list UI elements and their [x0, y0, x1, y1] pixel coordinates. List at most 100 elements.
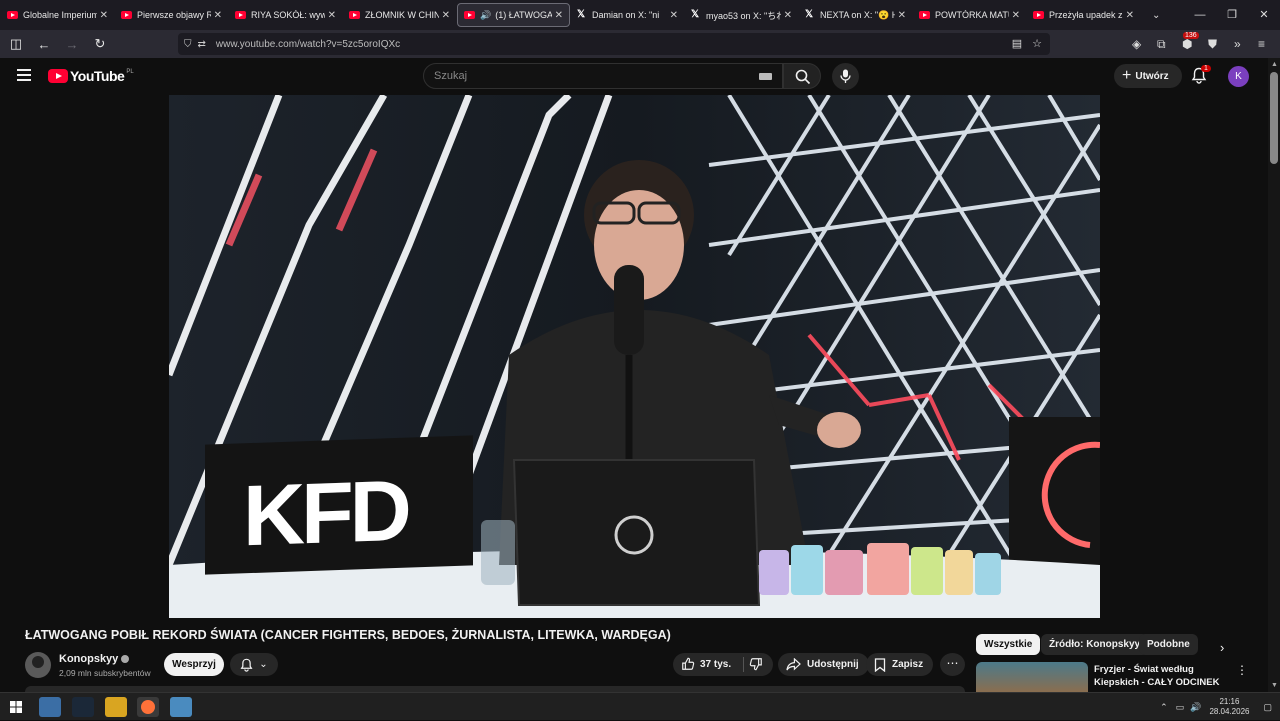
- channel-name[interactable]: Konopskyy: [59, 653, 130, 665]
- browser-tab-active[interactable]: 🔊(1) ŁATWOGANG✕: [457, 3, 570, 27]
- scrollbar-thumb[interactable]: [1270, 72, 1278, 164]
- back-arrow-icon[interactable]: ←: [32, 37, 56, 52]
- x-icon: 𝕏: [577, 9, 586, 20]
- more-tools-icon[interactable]: »: [1234, 30, 1241, 58]
- sidebar-toggle-icon[interactable]: ◫: [4, 36, 28, 52]
- close-tab-icon[interactable]: ✕: [1126, 10, 1134, 21]
- verified-icon: [121, 655, 130, 664]
- browser-tab[interactable]: RIYA SOKÓŁ: wywiad✕: [229, 3, 342, 27]
- share-button[interactable]: Udostępnij: [778, 653, 869, 676]
- bell-icon: [240, 658, 253, 672]
- close-window-icon[interactable]: ✕: [1248, 0, 1280, 30]
- volume-icon[interactable]: 🔊: [1190, 702, 1201, 713]
- restore-icon[interactable]: ❐: [1216, 0, 1248, 30]
- network-icon[interactable]: ▭: [1176, 702, 1185, 713]
- file-explorer-icon[interactable]: [105, 697, 127, 717]
- windows-start-icon[interactable]: [10, 701, 22, 713]
- steam-icon[interactable]: [72, 697, 94, 717]
- system-tray: ⌃ ▭ 🔊 21:16 28.04.2026 ▢: [1160, 693, 1272, 721]
- like-dislike-group: 37 tys.: [673, 653, 773, 676]
- notification-count-badge: 1: [1201, 65, 1211, 72]
- close-tab-icon[interactable]: ✕: [784, 10, 792, 21]
- tab-list-chevron-icon[interactable]: ⌄: [1152, 10, 1160, 21]
- browser-tab[interactable]: 𝕏NEXTA on X: "😮 Hor✕: [799, 3, 912, 27]
- close-tab-icon[interactable]: ✕: [100, 10, 108, 21]
- minimize-icon[interactable]: —: [1184, 0, 1216, 30]
- reader-view-icon[interactable]: ▤: [1012, 38, 1022, 50]
- extension-shield-icon[interactable]: ◈: [1132, 30, 1141, 58]
- browser-tab-strip: Globalne Imperium B✕ Pierwsze objawy RAK…: [0, 0, 1280, 30]
- firefox-icon[interactable]: [137, 697, 159, 717]
- reload-icon[interactable]: ↻: [88, 36, 112, 52]
- chip-fade: [1200, 634, 1218, 655]
- url-text[interactable]: www.youtube.com/watch?v=5zc5oroIQXc: [216, 39, 400, 50]
- browser-tab[interactable]: Pierwsze objawy RAK✕: [115, 3, 228, 27]
- chevron-right-icon[interactable]: ›: [1220, 640, 1224, 655]
- scroll-down-icon[interactable]: ▼: [1271, 682, 1278, 689]
- thumbs-up-icon: [682, 657, 695, 670]
- browser-tab[interactable]: Przeżyła upadek z 10✕: [1027, 3, 1140, 27]
- browser-tab[interactable]: ZŁOMNIK W CHINAC✕: [343, 3, 456, 27]
- speaker-icon[interactable]: 🔊: [480, 10, 491, 21]
- video-player[interactable]: KFD: [169, 95, 1100, 618]
- close-tab-icon[interactable]: ✕: [1012, 10, 1020, 21]
- create-button[interactable]: + Utwórz: [1114, 64, 1182, 88]
- chip-all[interactable]: Wszystkie: [976, 634, 1041, 655]
- voice-search-button[interactable]: [832, 63, 859, 90]
- youtube-icon: [919, 11, 930, 19]
- bookmark-star-icon[interactable]: ☆: [1032, 38, 1042, 50]
- close-tab-icon[interactable]: ✕: [328, 10, 336, 21]
- extension-badge: 136: [1183, 32, 1199, 39]
- permissions-icon[interactable]: ⇄: [198, 39, 206, 50]
- share-icon: [786, 658, 801, 671]
- window-controls: — ❐ ✕: [1184, 0, 1280, 30]
- browser-tab[interactable]: 𝕏myao53 on X: "ちわい✕: [685, 3, 798, 27]
- address-bar[interactable]: ⛉ ⇄ www.youtube.com/watch?v=5zc5oroIQXc …: [178, 33, 1050, 55]
- browser-tab[interactable]: POWTÓRKA MATURA✕: [913, 3, 1026, 27]
- notification-settings-button[interactable]: ⌄: [230, 653, 278, 676]
- support-button[interactable]: Wesprzyj: [164, 653, 224, 676]
- recommended-more-icon[interactable]: ⋮: [1236, 663, 1248, 677]
- save-button[interactable]: Zapisz: [866, 653, 934, 676]
- notifications-icon[interactable]: ▢: [1263, 702, 1272, 713]
- youtube-icon: [464, 11, 475, 19]
- recommended-thumbnail[interactable]: [976, 662, 1088, 692]
- forward-arrow-icon[interactable]: →: [60, 37, 84, 52]
- tray-chevron-icon[interactable]: ⌃: [1160, 702, 1168, 713]
- account-avatar[interactable]: K: [1228, 66, 1249, 87]
- more-actions-icon[interactable]: ⋯: [940, 653, 965, 676]
- menu-icon[interactable]: ≡: [1258, 30, 1265, 58]
- youtube-icon: [1033, 11, 1044, 19]
- privacy-icon[interactable]: ⛊: [1208, 30, 1217, 58]
- chip-source[interactable]: Źródło: Konopskyy: [1041, 634, 1149, 655]
- close-tab-icon[interactable]: ✕: [555, 10, 563, 21]
- close-tab-icon[interactable]: ✕: [442, 10, 450, 21]
- youtube-icon: [7, 11, 18, 19]
- extensions-puzzle-icon[interactable]: ⧉: [1157, 30, 1166, 58]
- clock[interactable]: 21:16 28.04.2026: [1209, 697, 1249, 717]
- scroll-up-icon[interactable]: ▲: [1271, 61, 1278, 68]
- microphone-icon: [840, 69, 851, 83]
- youtube-play-icon: [48, 69, 68, 83]
- youtube-logo[interactable]: YouTube PL: [48, 68, 134, 84]
- task-view-icon[interactable]: [39, 697, 61, 717]
- like-divider: [743, 657, 744, 672]
- shield-icon[interactable]: ⛉: [184, 39, 192, 50]
- channel-avatar[interactable]: [25, 652, 51, 678]
- chip-related[interactable]: Podobne: [1139, 634, 1198, 655]
- like-button[interactable]: 37 tys.: [681, 657, 731, 671]
- search-button[interactable]: [783, 63, 821, 89]
- chevron-down-icon: ⌄: [259, 659, 268, 670]
- app-icon[interactable]: [170, 697, 192, 717]
- browser-tab[interactable]: Globalne Imperium B✕: [1, 3, 114, 27]
- thumbs-down-icon[interactable]: [749, 657, 763, 671]
- kfd-sign: KFD: [205, 435, 473, 575]
- close-tab-icon[interactable]: ✕: [214, 10, 222, 21]
- hamburger-menu-icon[interactable]: [17, 69, 31, 81]
- search-input[interactable]: Szukaj: [423, 63, 783, 89]
- browser-tab[interactable]: 𝕏 Damian on X: "ni ✕: [571, 3, 684, 27]
- keyboard-icon[interactable]: [759, 73, 772, 80]
- page-scrollbar[interactable]: ▲ ▼: [1268, 58, 1280, 692]
- close-tab-icon[interactable]: ✕: [670, 10, 678, 21]
- close-tab-icon[interactable]: ✕: [898, 10, 906, 21]
